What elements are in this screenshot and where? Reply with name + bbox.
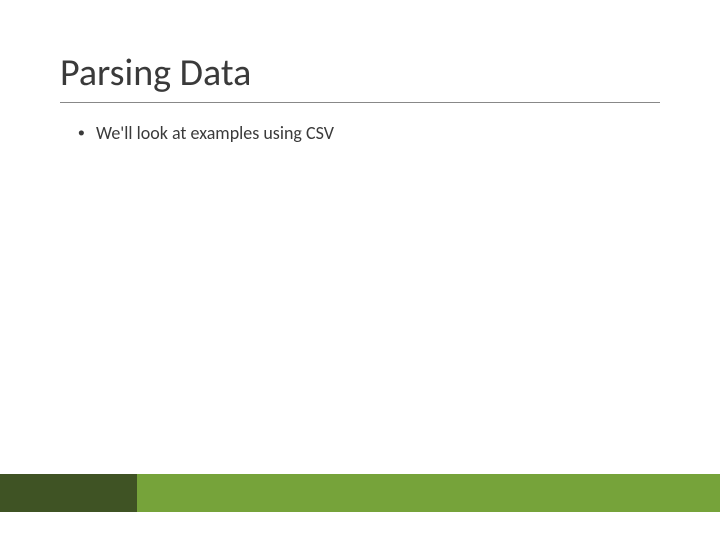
bullet-item: We'll look at examples using CSV (78, 121, 660, 146)
footer-bar (0, 474, 720, 512)
footer-bar-dark (0, 474, 137, 512)
slide-title: Parsing Data (60, 50, 660, 103)
footer-bar-light (137, 474, 720, 512)
bullet-list: We'll look at examples using CSV (60, 121, 660, 146)
slide: Parsing Data We'll look at examples usin… (0, 0, 720, 540)
